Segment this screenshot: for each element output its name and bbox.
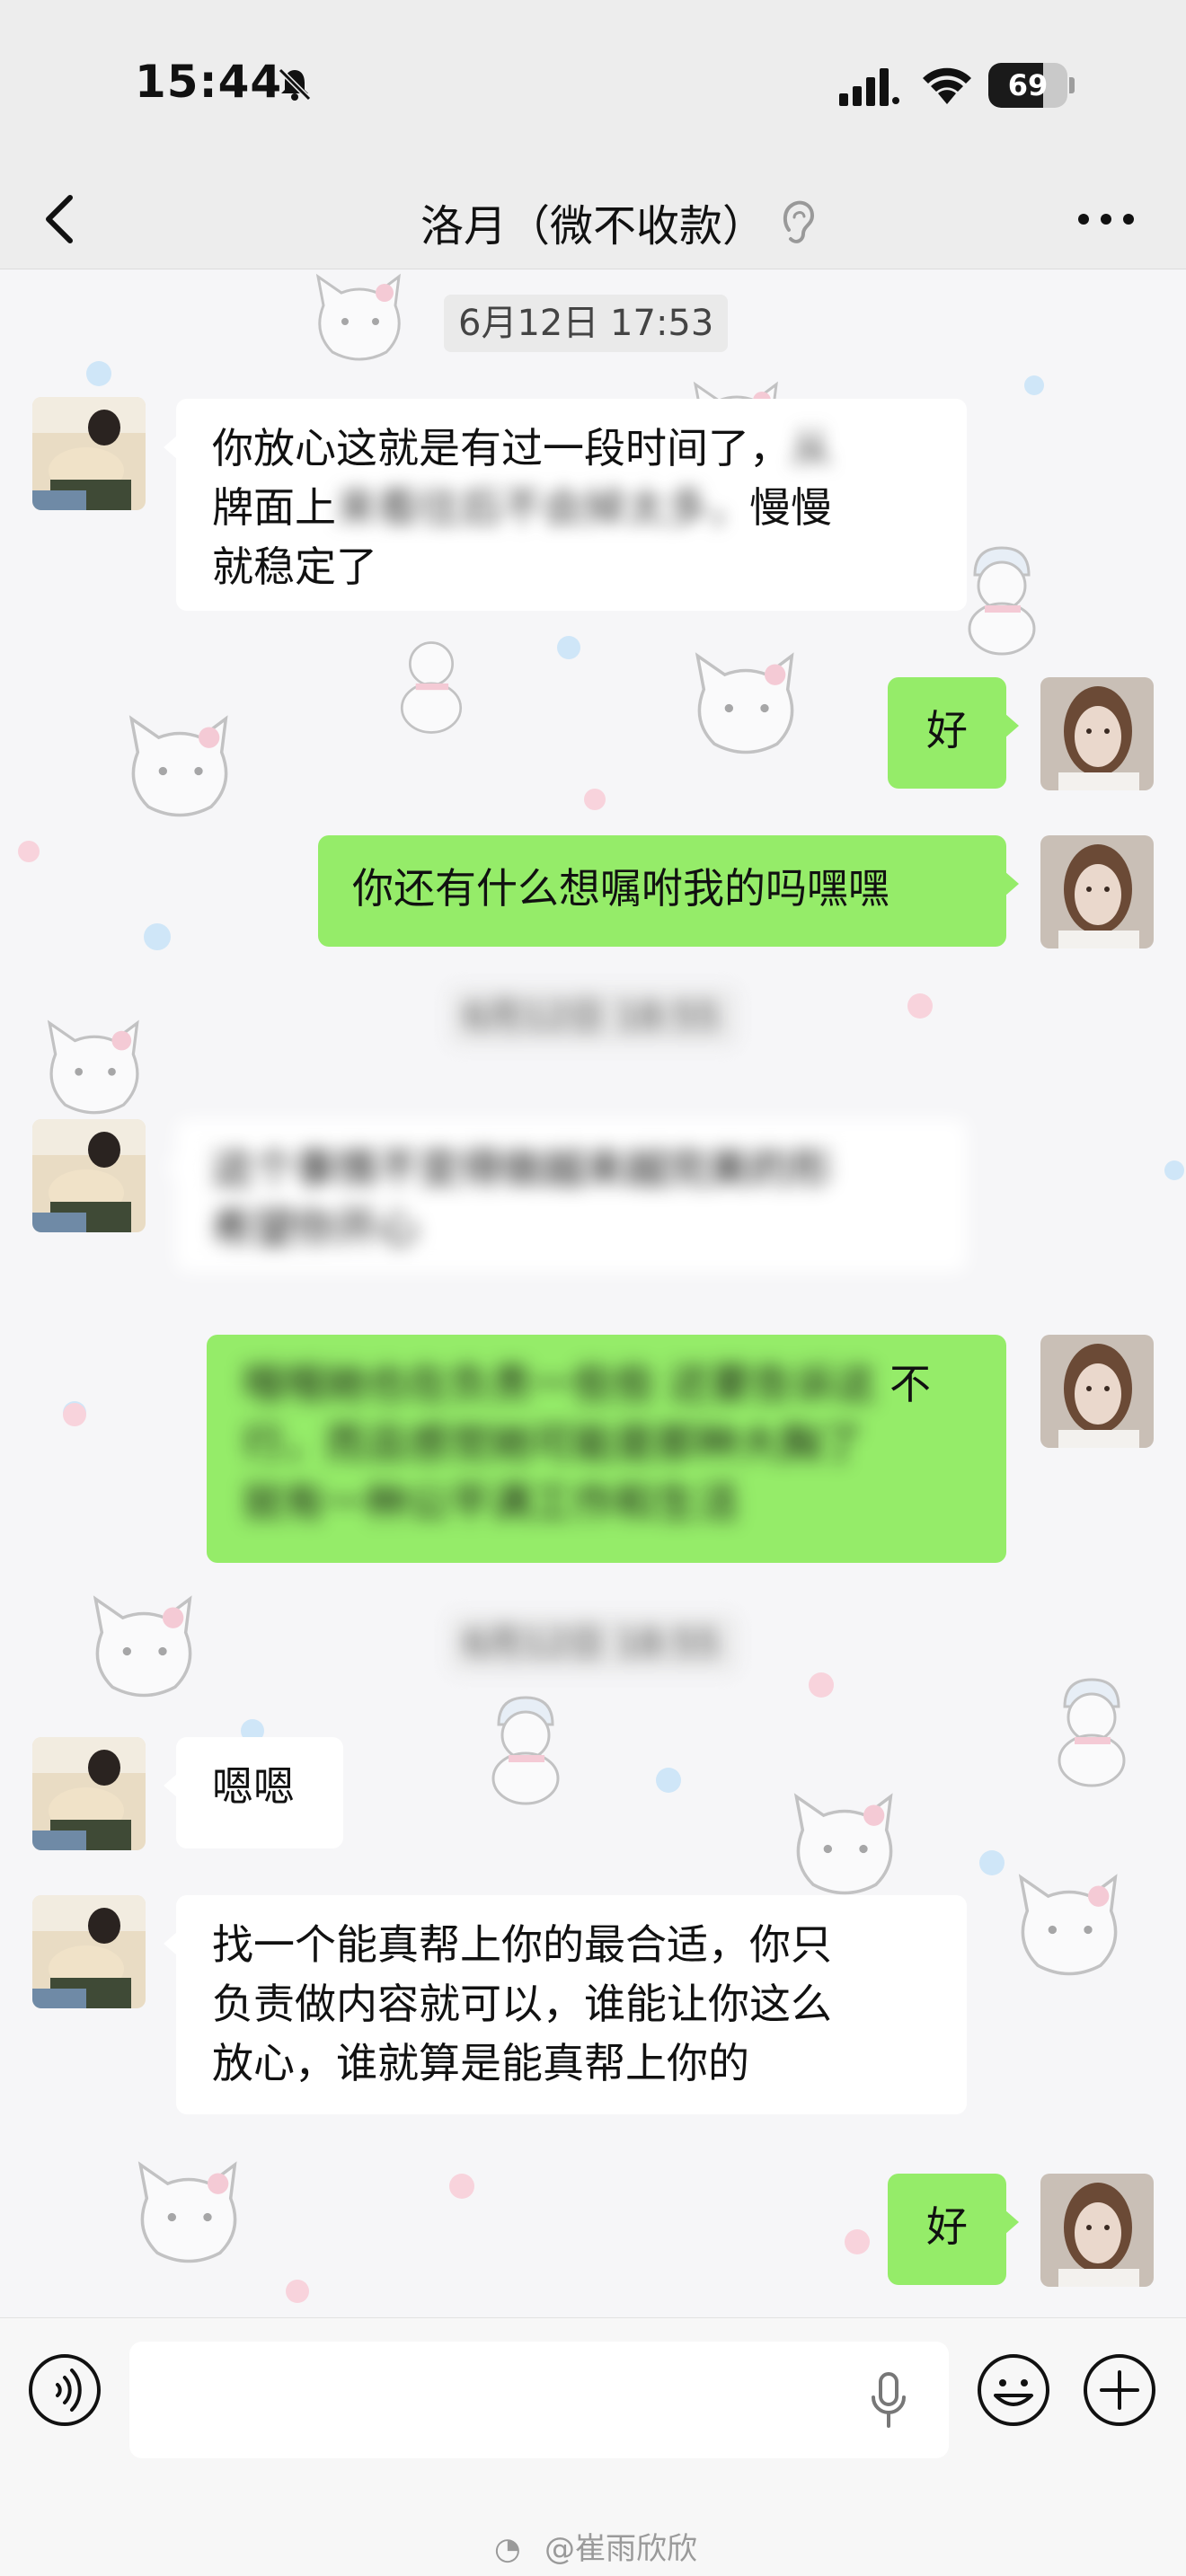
plus-icon[interactable] — [1082, 2352, 1157, 2428]
snowman-decoration — [968, 546, 1036, 656]
battery-percent: 69 — [1007, 68, 1049, 102]
wallpaper-dot — [1024, 375, 1044, 395]
message-line: 你放心这就是有过一段时间了，从 — [212, 419, 931, 478]
redacted-received-message: 这个事情不变得做越来越完美的形 希望你开心 — [164, 1119, 967, 1272]
silent-bell-icon — [278, 67, 312, 101]
message-line: 负责做内容就可以，谁能让你这么 — [212, 1980, 832, 2028]
chat-title: 洛月（微不收款） — [420, 201, 766, 251]
wallpaper-dot — [63, 1403, 86, 1426]
my-avatar[interactable] — [1040, 677, 1154, 790]
chat-screen: 15:44 69 洛月（微不收款） 6月12日 17:53 你放心这就是有过一段… — [0, 0, 1186, 2576]
wallpaper-dot — [979, 1850, 1005, 1875]
redacted-text: 从 — [791, 424, 832, 472]
wallpaper-dot — [286, 2280, 309, 2303]
hello-kitty-decoration — [47, 1019, 139, 1115]
message-line: 找一个能真帮上你的最合适，你只 — [212, 1920, 832, 1969]
snowman-decoration — [400, 641, 463, 734]
my-avatar-image — [1040, 1335, 1154, 1448]
my-avatar-image — [1040, 2174, 1154, 2287]
received-message[interactable]: 嗯嗯 — [164, 1737, 343, 1848]
wallpaper-dot — [845, 2229, 870, 2254]
contact-avatar-image — [32, 1895, 146, 2008]
contact-avatar[interactable] — [32, 1119, 146, 1232]
hello-kitty-decoration — [93, 1595, 192, 1698]
message-line: 牌面上来看往后不会掉太多，慢慢 — [212, 478, 931, 537]
message-list[interactable]: 6月12日 17:53 你放心这就是有过一段时间了，从 牌面上来看往后不会掉太多… — [0, 269, 1186, 2317]
message-text: 牌面上 — [212, 483, 336, 532]
hello-kitty-decoration — [695, 652, 794, 754]
sent-message[interactable]: 好 — [888, 2174, 1019, 2285]
redacted-sent-message[interactable]: 哦哦她也在负责一些些 还要告诉这 行，而且感觉她可能是那种大胸了 就有一种公平满… — [207, 1335, 1006, 1563]
hello-kitty-decoration — [128, 715, 228, 817]
cellular-signal-icon — [839, 68, 899, 106]
snowman-decoration — [1058, 1678, 1126, 1787]
contact-avatar[interactable] — [32, 1895, 146, 2008]
wallpaper-dot — [809, 1672, 834, 1698]
wallpaper-dot — [1164, 1160, 1184, 1180]
hello-kitty-decoration — [315, 273, 401, 361]
my-avatar-image — [1040, 677, 1154, 790]
wallpaper-dot — [907, 993, 933, 1019]
contact-avatar[interactable] — [32, 397, 146, 510]
sent-message[interactable]: 你还有什么想嘱咐我的吗嘿嘿 — [318, 835, 1019, 947]
hello-kitty-decoration — [793, 1793, 893, 1895]
my-avatar[interactable] — [1040, 2174, 1154, 2287]
received-message[interactable]: 你放心这就是有过一段时间了，从 牌面上来看往后不会掉太多，慢慢 就稳定了 — [164, 399, 967, 611]
my-avatar[interactable] — [1040, 835, 1154, 948]
redacted-text: 来看往后不会掉太多， — [336, 483, 749, 532]
message-text: 不 — [890, 1360, 931, 1408]
contact-avatar-image — [32, 397, 146, 510]
message-text: 就稳定了 — [212, 543, 377, 591]
wallpaper-dot — [557, 636, 580, 659]
voice-input-icon[interactable] — [27, 2352, 102, 2428]
sent-message[interactable]: 好 — [888, 677, 1019, 789]
wallpaper-dot — [144, 923, 171, 950]
message-text: 慢慢 — [749, 483, 832, 532]
my-avatar-image — [1040, 835, 1154, 948]
status-time: 15:44 — [135, 56, 283, 108]
wallpaper-dot — [449, 2174, 474, 2199]
ear-icon — [783, 200, 815, 243]
hello-kitty-decoration — [1018, 1874, 1118, 1976]
received-message[interactable]: 找一个能真帮上你的最合适，你只 负责做内容就可以，谁能让你这么 放心，谁就算是能… — [164, 1895, 967, 2114]
battery-indicator: 69 — [988, 63, 1075, 108]
watermark-handle: @崔雨欣欣 — [544, 2531, 697, 2567]
hello-kitty-decoration — [137, 2161, 237, 2263]
redacted-text: 哦哦她也在负责一些些 还要告诉这 行，而且感觉她可能是那种大胸了 就有一种公平满… — [243, 1360, 876, 1527]
microphone-icon[interactable] — [868, 2372, 909, 2430]
wallpaper-dot — [584, 789, 606, 810]
message-text: 你放心这就是有过一段时间了， — [212, 424, 791, 472]
wifi-icon — [923, 67, 971, 104]
more-dots-icon[interactable] — [1075, 203, 1137, 235]
emoji-icon[interactable] — [976, 2352, 1051, 2428]
contact-avatar-image — [32, 1119, 146, 1232]
wallpaper-dot — [656, 1768, 681, 1793]
message-input[interactable] — [129, 2342, 949, 2458]
contact-avatar[interactable] — [32, 1737, 146, 1850]
status-bar: 15:44 69 — [0, 0, 1186, 171]
contact-avatar-image — [32, 1737, 146, 1850]
weibo-logo-icon: ◔ — [494, 2531, 521, 2567]
chat-header: 洛月（微不收款） — [0, 171, 1186, 269]
redacted-timestamp: 6月12日 18:55 — [449, 1615, 737, 1672]
wallpaper-dot — [18, 841, 40, 862]
snowman-decoration — [491, 1696, 560, 1805]
message-timestamp: 6月12日 17:53 — [444, 295, 729, 352]
message-line: 放心，谁就算是能真帮上你的 — [212, 2039, 749, 2087]
redacted-timestamp: 6月12日 18:55 — [449, 988, 737, 1045]
my-avatar[interactable] — [1040, 1335, 1154, 1448]
watermark-text: ◔ @崔雨欣欣 — [494, 2524, 697, 2568]
wallpaper-dot — [86, 361, 111, 386]
